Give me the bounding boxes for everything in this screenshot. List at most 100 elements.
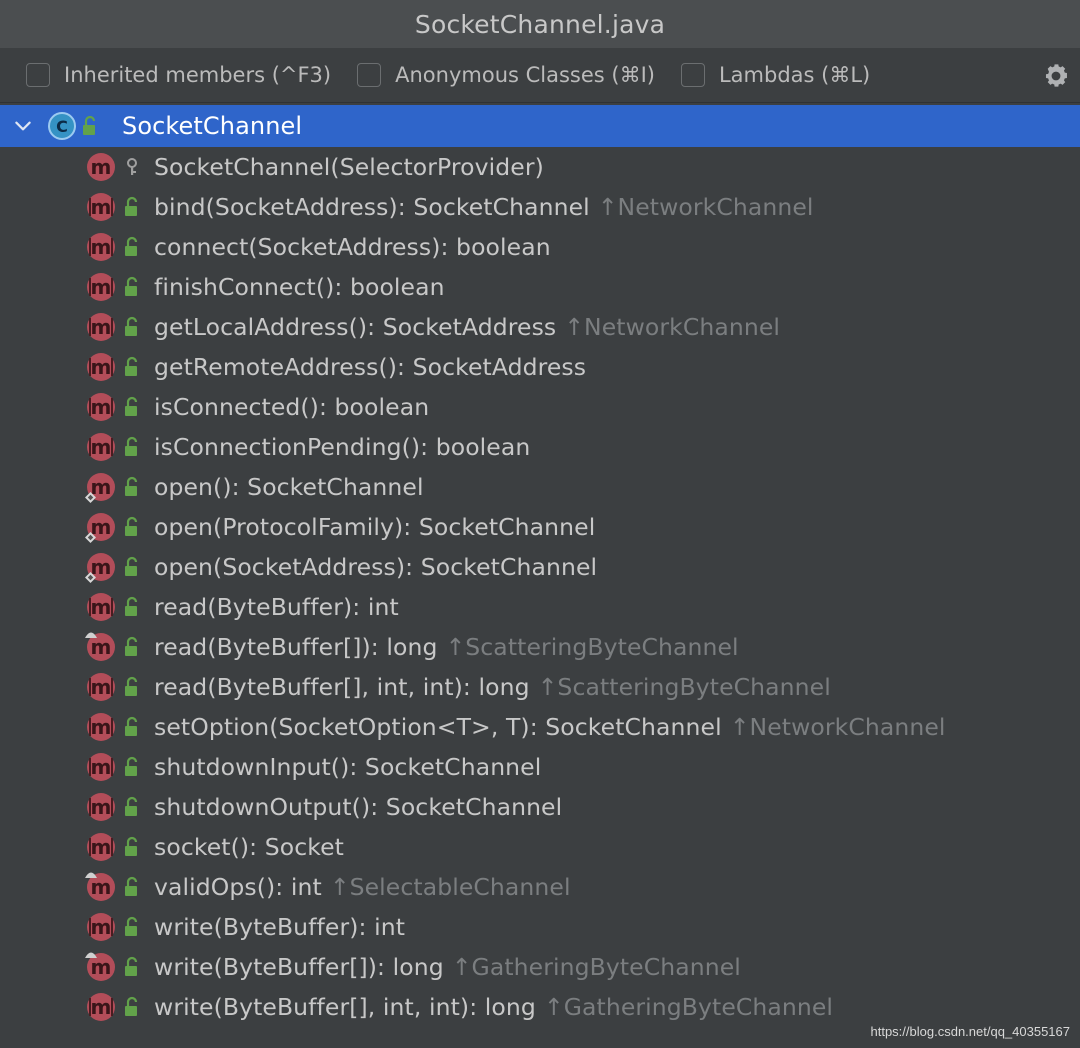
method-icon-wrapper: m (85, 472, 116, 503)
gear-icon[interactable] (1042, 62, 1070, 90)
lock-open-icon (125, 356, 138, 376)
root-class-name: SocketChannel (122, 112, 303, 140)
inherited-from-label: ↑SelectableChannel (329, 873, 571, 901)
inherited-from-label: ↑NetworkChannel (597, 193, 814, 221)
method-icon-wrapper: m (86, 152, 116, 182)
lambdas-label: Lambdas (⌘L) (718, 63, 871, 87)
abstract-method-icon: m (87, 673, 115, 701)
method-icon-wrapper: m (85, 632, 116, 662)
member-row[interactable]: m isConnectionPending(): boolean (0, 427, 1080, 467)
window-title: SocketChannel.java (414, 9, 666, 39)
method-icon-wrapper: m (86, 312, 116, 342)
member-row[interactable]: m socket(): Socket (0, 827, 1080, 867)
member-signature: connect(SocketAddress): boolean (154, 233, 551, 261)
inherited-members-option[interactable]: Inherited members (^F3) (26, 63, 331, 87)
member-signature: validOps(): int (154, 873, 322, 901)
static-marker-icon (85, 572, 96, 583)
member-signature: open(SocketAddress): SocketChannel (154, 553, 598, 581)
member-row[interactable]: m getLocalAddress(): SocketAddress ↑Networ… (0, 307, 1080, 347)
lambdas-option[interactable]: Lambdas (⌘L) (680, 63, 871, 87)
method-icon-wrapper: m (85, 952, 116, 982)
lock-open-icon (125, 796, 138, 816)
member-row[interactable]: m connect(SocketAddress): boolean (0, 227, 1080, 267)
inherited-from-label: ↑GatheringByteChannel (543, 993, 834, 1021)
member-row[interactable]: m read(ByteBuffer[], int, int): long ↑Scat… (0, 667, 1080, 707)
abstract-method-icon: m (87, 433, 115, 461)
member-row[interactable]: m shutdownInput(): SocketChannel (0, 747, 1080, 787)
member-row[interactable]: m validOps(): int ↑SelectableChannel (0, 867, 1080, 907)
member-row[interactable]: m write(ByteBuffer): int (0, 907, 1080, 947)
method-icon-wrapper: m (86, 752, 116, 782)
inherited-from-label: ↑ScatteringByteChannel (537, 673, 831, 701)
member-row[interactable]: m getRemoteAddress(): SocketAddress (0, 347, 1080, 387)
member-signature: SocketChannel(SelectorProvider) (154, 153, 544, 181)
abstract-method-icon: m (87, 353, 115, 381)
tree-root-socketchannel[interactable]: C SocketChannel (0, 105, 1080, 147)
structure-window: SocketChannel.java Inherited members (^F… (0, 0, 1080, 1048)
method-icon-wrapper: m (86, 592, 116, 622)
chevron-down-icon[interactable] (12, 115, 34, 137)
abstract-method-icon: m (87, 913, 115, 941)
member-row[interactable]: m open(SocketAddress): SocketChannel (0, 547, 1080, 587)
inherited-from-label: ↑ScatteringByteChannel (445, 633, 739, 661)
method-icon-wrapper: m (86, 272, 116, 302)
lock-open-icon (125, 316, 138, 336)
inherited-from-label: ↑GatheringByteChannel (451, 953, 741, 981)
member-signature: bind(SocketAddress): SocketChannel (154, 193, 590, 221)
member-signature: finishConnect(): boolean (154, 273, 445, 301)
method-icon-wrapper: m (86, 712, 116, 742)
member-row[interactable]: m open(): SocketChannel (0, 467, 1080, 507)
anonymous-classes-checkbox[interactable] (357, 63, 382, 87)
member-signature: write(ByteBuffer): int (154, 913, 406, 941)
member-row[interactable]: m shutdownOutput(): SocketChannel (0, 787, 1080, 827)
abstract-method-icon: m (87, 993, 115, 1021)
structure-tree: C SocketChannel m SocketChannel(SelectorP… (0, 105, 1080, 1027)
member-signature: read(ByteBuffer): int (154, 593, 399, 621)
lock-open-icon (125, 236, 138, 256)
member-row[interactable]: m write(ByteBuffer[], int, int): long ↑Gat… (0, 987, 1080, 1027)
abstract-method-icon: m (87, 593, 115, 621)
inherited-members-label: Inherited members (^F3) (64, 63, 332, 87)
method-icon-wrapper: m (86, 392, 116, 422)
lock-open-icon (125, 956, 138, 976)
abstract-method-icon: m (87, 193, 115, 221)
member-signature: write(ByteBuffer[], int, int): long (154, 993, 536, 1021)
member-row[interactable]: m setOption(SocketOption<T>, T): SocketCh… (0, 707, 1080, 747)
abstract-method-icon: m (87, 273, 115, 301)
lock-open-icon (125, 196, 138, 216)
member-row[interactable]: m write(ByteBuffer[]): long ↑GatheringByte… (0, 947, 1080, 987)
member-row[interactable]: m read(ByteBuffer): int (0, 587, 1080, 627)
method-icon-wrapper: m (86, 192, 116, 222)
lock-open-icon (125, 996, 138, 1016)
lock-open-icon (125, 676, 138, 696)
static-marker-icon (85, 532, 96, 543)
method-icon-wrapper: m (86, 232, 116, 262)
member-row[interactable]: m isConnected(): boolean (0, 387, 1080, 427)
window-title-bar: SocketChannel.java (0, 0, 1080, 48)
member-row[interactable]: m open(ProtocolFamily): SocketChannel (0, 507, 1080, 547)
method-icon-wrapper: m (85, 872, 116, 902)
lock-open-icon (125, 436, 138, 456)
abstract-method-icon: m (87, 833, 115, 861)
member-signature: isConnected(): boolean (154, 393, 430, 421)
member-row[interactable]: m finishConnect(): boolean (0, 267, 1080, 307)
member-row[interactable]: m SocketChannel(SelectorProvider) (0, 147, 1080, 187)
method-icon-wrapper: m (85, 552, 116, 583)
lock-open-icon (125, 476, 138, 496)
inherited-members-checkbox[interactable] (26, 63, 50, 87)
member-signature: read(ByteBuffer[]): long (154, 633, 438, 661)
member-list: m SocketChannel(SelectorProvider) m bind(So… (0, 147, 1080, 1027)
abstract-method-icon: m (87, 313, 115, 341)
lock-open-icon (125, 756, 138, 776)
lock-open-icon (125, 836, 138, 856)
lock-open-icon (125, 396, 138, 416)
method-icon-wrapper: m (86, 672, 116, 702)
member-row[interactable]: m read(ByteBuffer[]): long ↑ScatteringByte… (0, 627, 1080, 667)
lock-open-icon (83, 115, 96, 135)
anonymous-classes-option[interactable]: Anonymous Classes (⌘I) (357, 63, 655, 87)
member-signature: open(ProtocolFamily): SocketChannel (154, 513, 596, 541)
lambdas-checkbox[interactable] (680, 63, 705, 87)
lock-open-icon (125, 716, 138, 736)
member-row[interactable]: m bind(SocketAddress): SocketChannel ↑Netw… (0, 187, 1080, 227)
lock-open-icon (125, 636, 138, 656)
